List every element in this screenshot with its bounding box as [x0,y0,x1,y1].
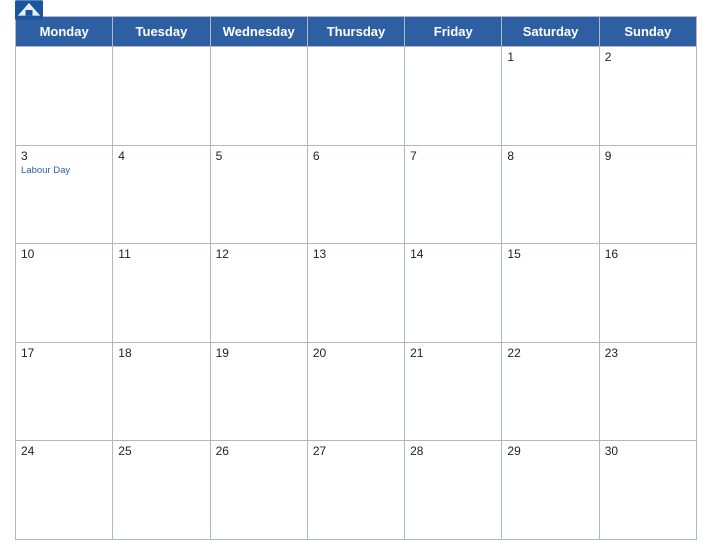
calendar-cell: 8 [502,145,599,244]
calendar-cell: 21 [405,342,502,441]
week-row-3: 10 11 12 13 14 15 16 [16,244,697,343]
calendar-cell: 28 [405,441,502,540]
calendar-cell: 11 [113,244,210,343]
calendar-cell: 1 [502,47,599,146]
calendar-cell: 26 [210,441,307,540]
day-number: 6 [313,149,399,163]
calendar-cell [16,47,113,146]
calendar-cell: 5 [210,145,307,244]
day-number: 13 [313,247,399,261]
calendar-cell: 9 [599,145,696,244]
calendar-cell [113,47,210,146]
calendar-cell: 23 [599,342,696,441]
weekday-header-thursday: Thursday [307,17,404,47]
weekday-header-tuesday: Tuesday [113,17,210,47]
day-number: 20 [313,346,399,360]
calendar-cell: 24 [16,441,113,540]
calendar-cell: 2 [599,47,696,146]
calendar-cell: 29 [502,441,599,540]
day-number: 16 [605,247,691,261]
day-number: 26 [216,444,302,458]
calendar-cell: 20 [307,342,404,441]
day-number: 10 [21,247,107,261]
weekday-header-monday: Monday [16,17,113,47]
calendar-cell: 27 [307,441,404,540]
calendar-cell: 10 [16,244,113,343]
weekday-header-saturday: Saturday [502,17,599,47]
calendar-cell [210,47,307,146]
day-number: 8 [507,149,593,163]
day-number: 17 [21,346,107,360]
day-number: 5 [216,149,302,163]
calendar-cell [405,47,502,146]
day-number: 21 [410,346,496,360]
calendar-table: MondayTuesdayWednesdayThursdayFridaySatu… [15,16,697,540]
day-number: 14 [410,247,496,261]
weekday-header-wednesday: Wednesday [210,17,307,47]
logo [15,0,43,21]
day-number: 23 [605,346,691,360]
calendar-cell: 3 Labour Day [16,145,113,244]
day-number: 24 [21,444,107,458]
day-number: 2 [605,50,691,64]
day-number: 27 [313,444,399,458]
day-number: 25 [118,444,204,458]
day-number: 18 [118,346,204,360]
day-number: 3 [21,149,107,163]
calendar-cell: 17 [16,342,113,441]
calendar-cell: 13 [307,244,404,343]
week-row-1: 12 [16,47,697,146]
week-row-2: 3 Labour Day 456789 [16,145,697,244]
day-number: 1 [507,50,593,64]
calendar-cell: 25 [113,441,210,540]
calendar-cell: 6 [307,145,404,244]
week-row-4: 17 18 19 20 21 22 23 [16,342,697,441]
day-number: 28 [410,444,496,458]
calendar-cell: 14 [405,244,502,343]
week-row-5: 24 25 26 27 28 29 30 [16,441,697,540]
day-number: 11 [118,247,204,261]
day-number: 22 [507,346,593,360]
day-number: 30 [605,444,691,458]
holiday-label: Labour Day [21,165,107,176]
calendar-cell: 15 [502,244,599,343]
weekday-header-row: MondayTuesdayWednesdayThursdayFridaySatu… [16,17,697,47]
calendar-cell: 30 [599,441,696,540]
day-number: 4 [118,149,204,163]
calendar-cell: 12 [210,244,307,343]
calendar-cell: 4 [113,145,210,244]
calendar-cell: 18 [113,342,210,441]
calendar-cell [307,47,404,146]
day-number: 12 [216,247,302,261]
day-number: 15 [507,247,593,261]
day-number: 9 [605,149,691,163]
day-number: 29 [507,444,593,458]
calendar-cell: 16 [599,244,696,343]
day-number: 19 [216,346,302,360]
day-number: 7 [410,149,496,163]
logo-icon [15,0,43,20]
weekday-header-friday: Friday [405,17,502,47]
calendar-cell: 22 [502,342,599,441]
weekday-header-sunday: Sunday [599,17,696,47]
calendar-cell: 19 [210,342,307,441]
calendar-cell: 7 [405,145,502,244]
